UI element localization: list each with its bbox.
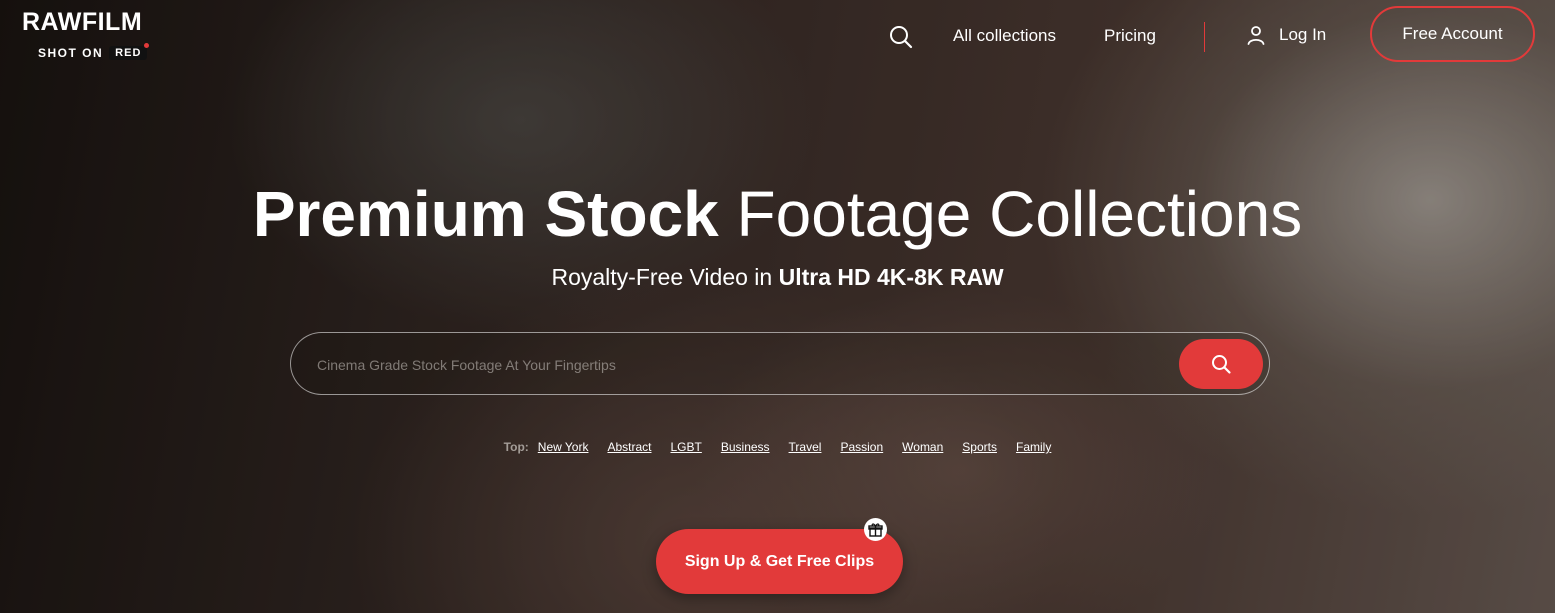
logo[interactable]: RAWFILM SHOT ON RED	[22, 8, 172, 60]
user-icon	[1245, 24, 1267, 46]
nav-link-all-collections[interactable]: All collections	[953, 26, 1056, 46]
logo-tagline: SHOT ON RED	[38, 43, 172, 60]
top-tags-label: Top:	[503, 440, 529, 454]
hero-section: RAWFILM SHOT ON RED All collections Pric…	[0, 0, 1555, 613]
subtitle-prefix: Royalty-Free Video in	[551, 264, 773, 290]
red-dot-icon	[144, 43, 150, 48]
top-tags: Top: New York Abstract LGBT Business Tra…	[0, 440, 1555, 454]
login-link[interactable]: Log In	[1245, 24, 1326, 46]
logo-wordmark: RAWFILM	[22, 8, 143, 36]
red-badge: RED	[109, 43, 150, 60]
tag-link-travel[interactable]: Travel	[789, 440, 822, 454]
tag-link-passion[interactable]: Passion	[840, 440, 883, 454]
nav-link-pricing[interactable]: Pricing	[1104, 26, 1156, 46]
login-label: Log In	[1279, 25, 1327, 44]
search-icon	[1210, 353, 1232, 375]
signup-cta-button[interactable]: Sign Up & Get Free Clips	[656, 529, 903, 594]
tag-link-family[interactable]: Family	[1016, 440, 1051, 454]
tag-link-business[interactable]: Business	[721, 440, 770, 454]
tag-link-woman[interactable]: Woman	[902, 440, 943, 454]
title-light: Footage Collections	[736, 178, 1303, 250]
free-account-button[interactable]: Free Account	[1370, 6, 1535, 62]
red-badge-text: RED	[115, 47, 142, 59]
title-bold: Premium Stock	[252, 178, 719, 250]
nav-divider	[1204, 22, 1205, 52]
search-button[interactable]	[1179, 339, 1263, 389]
shot-on-text: SHOT ON	[38, 46, 104, 60]
gift-icon	[864, 518, 887, 541]
subtitle-bold: Ultra HD 4K-8K RAW	[778, 264, 1004, 290]
tag-link-lgbt[interactable]: LGBT	[671, 440, 702, 454]
search-input[interactable]	[315, 333, 1179, 396]
tag-link-new-york[interactable]: New York	[538, 440, 589, 454]
tag-link-abstract[interactable]: Abstract	[607, 440, 651, 454]
page-title: Premium Stock Footage Collections	[0, 178, 1555, 250]
search-icon[interactable]	[888, 24, 914, 50]
page-subtitle: Royalty-Free Video in Ultra HD 4K-8K RAW	[0, 262, 1555, 292]
search-bar	[290, 332, 1270, 396]
tag-link-sports[interactable]: Sports	[962, 440, 997, 454]
